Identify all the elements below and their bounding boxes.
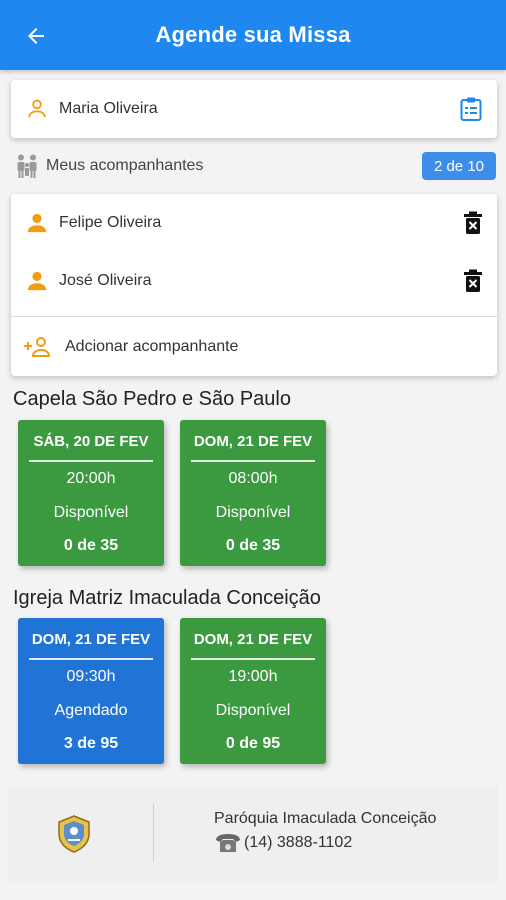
trash-icon [464, 269, 482, 292]
mass-time: 09:30h [66, 668, 116, 685]
delete-companion-button[interactable] [463, 211, 483, 235]
phone-link[interactable]: (14) 3888-1102 [214, 832, 352, 854]
divider [191, 460, 315, 462]
companions-card: Felipe Oliveira José Oliveira Adcionar a… [11, 194, 497, 376]
divider [191, 658, 315, 660]
mass-tile[interactable]: DOM, 21 DE FEV 19:00h Disponível 0 de 95 [180, 618, 326, 764]
mass-time: 08:00h [228, 470, 278, 487]
companions-counter-badge: 2 de 10 [421, 152, 496, 180]
mass-date: DOM, 21 DE FEV [193, 631, 313, 648]
companion-name: José Oliveira [59, 272, 152, 289]
divider [29, 460, 153, 462]
mass-count: 0 de 35 [225, 537, 281, 554]
mass-status: Disponível [215, 702, 291, 719]
mass-tile[interactable]: DOM, 21 DE FEV 09:30h Agendado 3 de 95 [18, 618, 164, 764]
companions-header: Meus acompanhantes 2 de 10 [14, 152, 496, 180]
add-companion-button[interactable]: Adcionar acompanhante [11, 317, 497, 376]
person-icon [28, 99, 46, 118]
companion-row: Felipe Oliveira [11, 194, 497, 252]
companion-row: José Oliveira [11, 252, 497, 310]
person-icon [27, 213, 47, 233]
mass-count: 0 de 35 [63, 537, 119, 554]
church-title: Capela São Pedro e São Paulo [13, 388, 291, 410]
mass-date: DOM, 21 DE FEV [193, 433, 313, 450]
parish-logo [58, 815, 90, 853]
church-title: Igreja Matriz Imaculada Conceição [13, 587, 321, 609]
person-add-icon [24, 336, 51, 357]
trash-icon [464, 211, 482, 234]
divider [29, 658, 153, 660]
arrow-left-icon [28, 28, 44, 44]
edit-user-button[interactable] [459, 96, 483, 122]
companion-name: Felipe Oliveira [59, 214, 162, 231]
add-companion-label: Adcionar acompanhante [65, 337, 239, 355]
parish-phone: (14) 3888-1102 [244, 834, 353, 851]
mass-time: 20:00h [66, 470, 116, 487]
phone-icon [216, 834, 240, 852]
mass-status: Agendado [54, 702, 128, 719]
divider [153, 804, 154, 862]
people-icon [17, 154, 37, 178]
person-icon [27, 271, 47, 291]
mass-count: 0 de 95 [225, 735, 281, 752]
mass-count: 3 de 95 [63, 735, 119, 752]
mass-tile[interactable]: DOM, 21 DE FEV 08:00h Disponível 0 de 35 [180, 420, 326, 566]
parish-name: Paróquia Imaculada Conceição [214, 810, 437, 827]
delete-companion-button[interactable] [463, 269, 483, 293]
user-card[interactable]: Maria Oliveira [11, 80, 497, 138]
page-title: Agende sua Missa [155, 22, 351, 47]
app-bar: Agende sua Missa [0, 0, 506, 70]
clipboard-icon [460, 97, 482, 121]
parish-footer: Paróquia Imaculada Conceição (14) 3888-1… [8, 786, 498, 882]
mass-time: 19:00h [228, 668, 278, 685]
user-name: Maria Oliveira [59, 100, 158, 117]
mass-date: SÁB, 20 DE FEV [33, 433, 149, 450]
companions-label: Meus acompanhantes [46, 157, 204, 174]
back-button[interactable] [20, 20, 52, 52]
mass-status: Disponível [215, 504, 291, 521]
mass-date: DOM, 21 DE FEV [31, 631, 151, 648]
mass-tile[interactable]: SÁB, 20 DE FEV 20:00h Disponível 0 de 35 [18, 420, 164, 566]
mass-status: Disponível [53, 504, 129, 521]
